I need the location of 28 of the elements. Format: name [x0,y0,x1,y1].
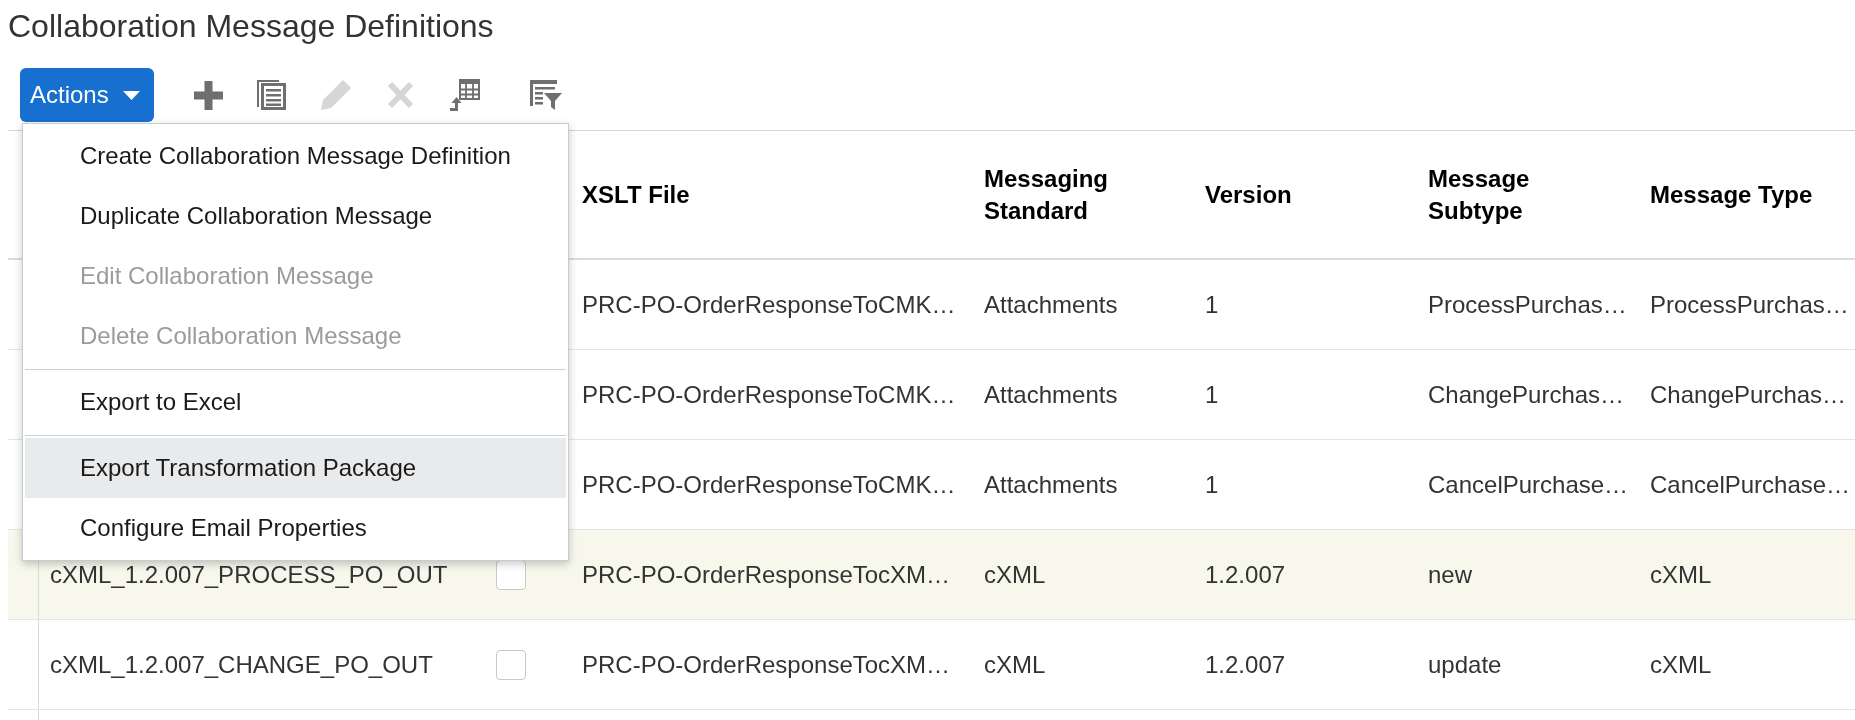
table-cell: Attachments [984,380,1118,409]
table-cell: ChangePurchas… [1650,380,1847,409]
table-cell: new [1428,560,1473,589]
table-cell: cXML [984,650,1046,679]
table-cell: PRC-PO-OrderResponseTocXM… [582,560,951,589]
table-cell: Attachments [984,290,1118,319]
page-title: Collaboration Message Definitions [8,7,494,45]
table-cell: cXML_1.2.007_CHANGE_PO_OUT [50,650,433,679]
table-cell: PRC-PO-OrderResponseTocXM… [582,650,951,679]
table-cell: ChangePurchas… [1428,380,1625,409]
table-cell: PRC-PO-OrderResponseToCMK… [582,470,956,499]
table-cell: cXML_1.2.007_PROCESS_PO_OUT [50,560,448,589]
table-cell: update [1428,650,1502,679]
table-cell: ProcessPurchas… [1428,290,1627,319]
table-cell: 1 [1205,290,1219,319]
table-cell: Attachments [984,470,1118,499]
table-cell: 1 [1205,380,1219,409]
table-cell: PRC-PO-OrderResponseToCMK… [582,290,956,319]
table-cell: cXML [1650,560,1712,589]
table-cell: PRC-PO-OrderResponseToCMK… [582,380,956,409]
table-cell: cXML [984,560,1046,589]
table-cell: 1 [1205,470,1219,499]
table-cell: cXML [1650,650,1712,679]
table-cell: 1.2.007 [1205,650,1286,679]
table-cell: CancelPurchase… [1428,470,1629,499]
table-cell: CancelPurchase… [1650,470,1851,499]
table-cell: 1.2.007 [1205,560,1286,589]
table-cell: ProcessPurchas… [1650,290,1849,319]
